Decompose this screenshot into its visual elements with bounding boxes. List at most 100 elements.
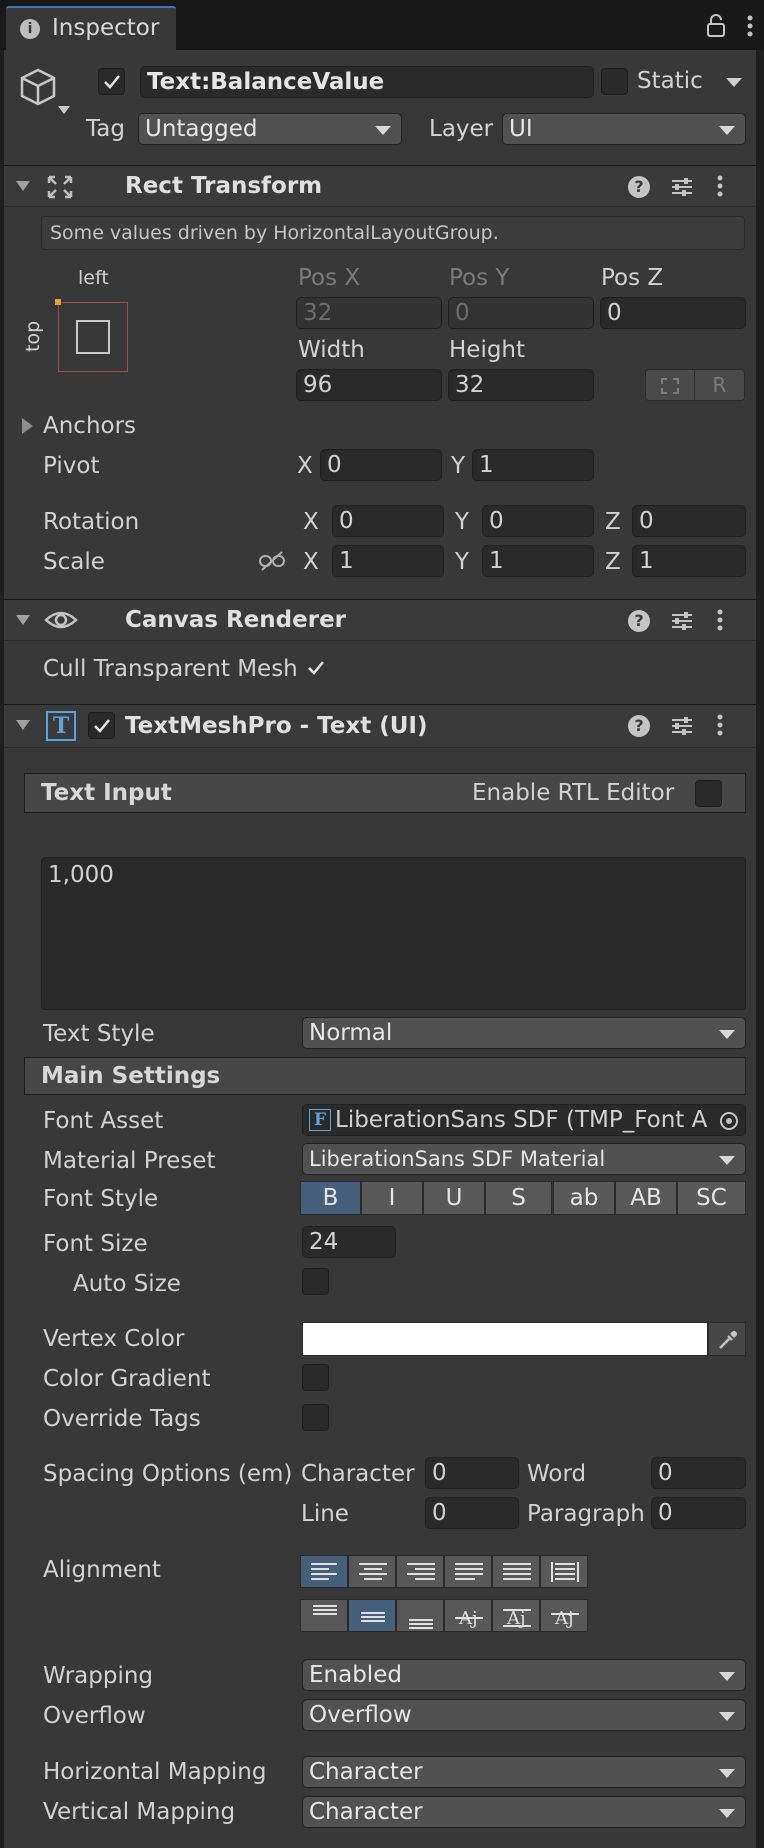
tmp-enabled-checkbox[interactable] [88,712,115,739]
object-picker-icon[interactable] [717,1109,741,1133]
overflow-dropdown[interactable]: Overflow [302,1699,746,1731]
rect-transform-title: Rect Transform [125,173,323,199]
rect-transform-header[interactable]: Rect Transform ? [4,165,756,207]
pivot-y-field[interactable]: 1 [472,449,594,481]
info-icon: i [20,19,40,39]
font-size-label: Font Size [43,1231,148,1257]
help-icon[interactable]: ? [628,715,650,737]
pivot-x-field[interactable]: 0 [320,449,442,481]
vertex-color-swatch[interactable] [302,1322,708,1356]
anchor-top-label: top [22,320,44,352]
align-bottom-button[interactable] [396,1599,444,1632]
scale-y-field[interactable]: 1 [482,545,594,577]
align-capline-button[interactable]: Aj [540,1599,588,1632]
color-gradient-checkbox[interactable] [302,1364,329,1391]
anchors-foldout-icon[interactable] [22,418,33,434]
align-midline-button[interactable]: Aj [492,1599,540,1632]
scale-z-field[interactable]: 1 [632,545,746,577]
rtl-checkbox[interactable] [695,780,722,807]
vertical-mapping-label: Vertical Mapping [43,1799,236,1825]
scale-x-field[interactable]: 1 [332,545,444,577]
align-baseline-button[interactable]: Aj [444,1599,492,1632]
text-input-area[interactable]: 1,000 [41,857,746,1010]
pos-z-field[interactable]: 0 [600,297,746,329]
horizontal-mapping-dropdown[interactable]: Character [302,1756,746,1788]
constrain-proportions-icon[interactable] [258,550,286,578]
align-middle-button[interactable] [348,1599,396,1632]
foldout-arrow-icon[interactable] [16,615,30,625]
anchor-rect [76,320,110,354]
align-justified-button[interactable] [444,1555,492,1588]
align-right-button[interactable] [396,1555,444,1588]
tag-dropdown[interactable]: Untagged [138,113,402,145]
gameobject-cube-icon[interactable] [18,64,74,126]
font-style-uppercase-button[interactable]: AB [615,1181,677,1215]
component-menu-icon[interactable] [716,713,724,743]
rotation-x-field[interactable]: 0 [332,505,444,537]
material-preset-dropdown[interactable]: LiberationSans SDF Material [302,1143,746,1175]
blueprint-mode-button[interactable] [645,369,695,401]
kebab-menu-icon[interactable] [746,14,754,44]
word-spacing-field[interactable]: 0 [651,1457,746,1489]
font-style-strikethrough-button[interactable]: S [485,1181,552,1215]
anchors-label[interactable]: Anchors [43,413,136,439]
character-spacing-label: Character [301,1461,415,1487]
canvas-renderer-header[interactable]: Canvas Renderer ? [4,599,756,641]
anchor-left-label: left [78,267,109,289]
component-menu-icon[interactable] [716,174,724,204]
cull-transparent-mesh-checkbox[interactable] [302,654,329,681]
font-size-field[interactable]: 24 [302,1226,396,1258]
static-checkbox[interactable] [601,68,628,95]
active-checkbox[interactable] [98,68,125,95]
help-icon[interactable]: ? [628,176,650,198]
presets-icon[interactable] [670,176,694,204]
font-style-underline-button[interactable]: U [423,1181,485,1215]
font-asset-field[interactable]: F LiberationSans SDF (TMP_Font A [302,1104,746,1136]
tmp-header[interactable]: T TextMeshPro - Text (UI) ? [4,704,756,748]
font-style-lowercase-button[interactable]: ab [553,1181,615,1215]
width-field[interactable]: 96 [296,369,442,401]
layer-dropdown[interactable]: UI [502,113,746,145]
paragraph-spacing-field[interactable]: 0 [651,1497,746,1529]
text-style-dropdown[interactable]: Normal [302,1017,746,1049]
override-tags-checkbox[interactable] [302,1404,329,1431]
vertical-mapping-dropdown[interactable]: Character [302,1796,746,1828]
pos-y-label: Pos Y [449,265,510,291]
presets-icon[interactable] [670,715,694,743]
help-icon[interactable]: ? [628,610,650,632]
height-field[interactable]: 32 [448,369,594,401]
rotation-y-label: Y [455,509,470,535]
align-left-button[interactable] [300,1555,348,1588]
pos-z-label: Pos Z [601,265,664,291]
wrapping-dropdown[interactable]: Enabled [302,1659,746,1691]
line-spacing-field[interactable]: 0 [425,1497,519,1529]
foldout-arrow-icon[interactable] [16,181,30,191]
align-top-button[interactable] [300,1599,348,1632]
presets-icon[interactable] [670,610,694,638]
auto-size-checkbox[interactable] [302,1268,329,1295]
font-style-smallcaps-button[interactable]: SC [677,1181,746,1215]
align-geometry-center-button[interactable] [540,1555,588,1588]
rotation-z-field[interactable]: 0 [632,505,746,537]
font-style-bold-button[interactable]: B [300,1181,361,1215]
raw-edit-button[interactable]: R [694,369,745,401]
tab-inspector[interactable]: i Inspector [6,6,176,50]
chevron-down-icon [719,1712,735,1721]
character-spacing-field[interactable]: 0 [425,1457,519,1489]
align-center-button[interactable] [348,1555,396,1588]
eyedropper-button[interactable] [708,1322,746,1356]
anchor-presets-button[interactable] [55,299,128,372]
font-style-italic-button[interactable]: I [361,1181,423,1215]
static-dropdown-arrow[interactable] [726,78,742,87]
paragraph-spacing-label: Paragraph [527,1501,645,1527]
word-spacing-label: Word [527,1461,587,1487]
svg-text:Aj: Aj [554,1608,574,1629]
chevron-down-icon [719,1809,735,1818]
component-menu-icon[interactable] [716,608,724,638]
lock-icon[interactable] [706,14,726,44]
foldout-arrow-icon[interactable] [16,720,30,730]
object-name-input[interactable]: Text:BalanceValue [140,66,594,98]
align-flush-button[interactable] [492,1555,540,1588]
rect-transform-icon [46,174,74,206]
rotation-y-field[interactable]: 0 [482,505,594,537]
